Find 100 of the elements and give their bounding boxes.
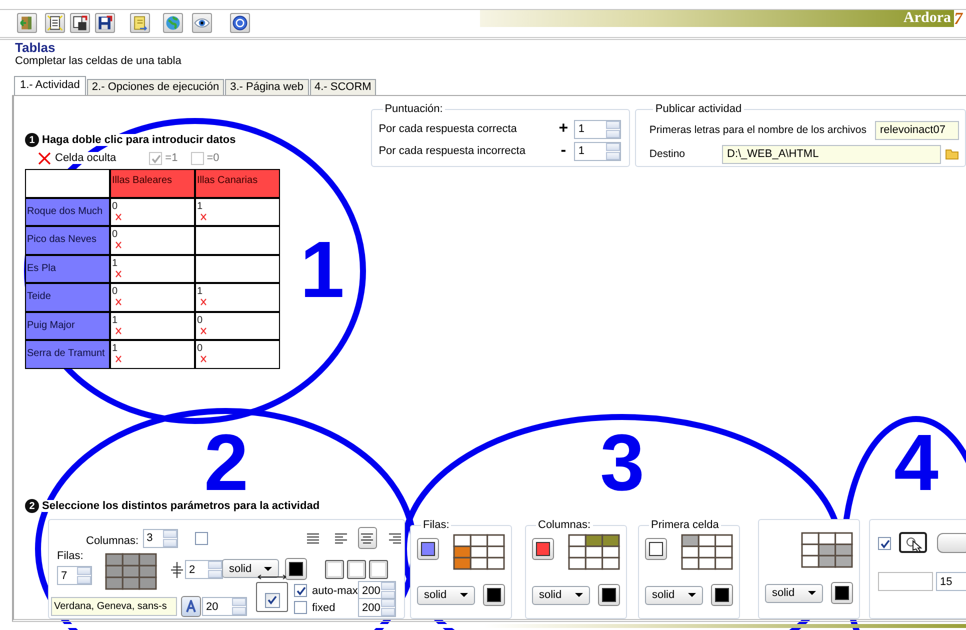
style-dropdown[interactable]: solid <box>765 584 823 602</box>
table-cell[interactable]: 1 <box>111 256 194 282</box>
input-field[interactable]: D:\_WEB_A\HTML <box>722 144 941 164</box>
checkbox[interactable] <box>194 532 208 544</box>
style-dropdown[interactable]: solid <box>222 559 279 578</box>
checkbox[interactable] <box>878 536 891 550</box>
field-label: Primeras letras para el nombre de los archivos <box>649 124 866 136</box>
table-grid-icon <box>801 532 853 568</box>
align-button[interactable] <box>358 527 377 549</box>
row-header[interactable]: Serra de Tramunt <box>26 341 109 368</box>
new-document-icon[interactable] <box>46 14 64 32</box>
column-header[interactable]: Illas Baleares <box>111 170 194 196</box>
checkbox-label: =1 <box>165 152 178 164</box>
hidden-cell-icon <box>38 152 51 164</box>
table-cell[interactable]: 1 <box>111 312 194 339</box>
export-page-icon[interactable] <box>131 14 149 32</box>
table-cell[interactable]: 0 <box>196 341 279 368</box>
number-spinner[interactable]: 1 <box>574 120 622 138</box>
section-heading: Haga doble clic para introducir datos <box>42 134 236 146</box>
field-label: Por cada respuesta incorrecta <box>378 145 526 157</box>
border-style-button[interactable] <box>347 560 366 579</box>
document-save-icon[interactable] <box>71 14 89 32</box>
number-spinner[interactable]: 20 <box>202 597 247 616</box>
checkbox[interactable] <box>149 152 162 164</box>
checkbox-label: =0 <box>206 152 220 164</box>
tab[interactable]: 4.- SCORM <box>310 79 376 95</box>
table-cell[interactable]: 1 <box>196 284 279 310</box>
annotation-number: 4 <box>894 434 938 492</box>
cell-value: 1 <box>112 258 118 268</box>
table-cell[interactable]: 1 <box>196 198 279 225</box>
checkbox[interactable] <box>294 584 307 597</box>
row-header[interactable]: Roque dos Much <box>26 198 109 225</box>
group-title: Publicar actividad <box>653 103 744 115</box>
cell-value: 0 <box>197 343 203 354</box>
border-style-button[interactable] <box>369 560 388 579</box>
color-button[interactable] <box>532 538 554 560</box>
color-swatch <box>835 586 849 600</box>
page-subtitle: Completar las celdas de una tabla <box>15 55 182 68</box>
column-header[interactable]: Illas Canarias <box>196 170 279 196</box>
border-width-icon <box>171 562 183 578</box>
number-spinner[interactable]: 7 <box>57 566 92 585</box>
table-cell[interactable]: 1 <box>111 341 194 368</box>
color-swatch <box>487 588 501 602</box>
arrow-icon <box>257 574 287 580</box>
table-cell[interactable]: 0 <box>196 312 279 339</box>
checkbox[interactable] <box>190 152 204 164</box>
color-button[interactable] <box>417 538 439 560</box>
style-dropdown[interactable]: solid <box>532 586 590 604</box>
tab[interactable]: 3.- Página web <box>225 79 308 95</box>
color-button[interactable] <box>483 584 505 606</box>
align-center-icon <box>360 532 374 544</box>
border-style-button[interactable] <box>325 560 344 579</box>
annotation-number: 2 <box>204 434 248 492</box>
style-dropdown[interactable]: solid <box>417 586 475 604</box>
cell-value: 1 <box>197 200 203 212</box>
globe-icon[interactable] <box>164 14 182 32</box>
font-button[interactable] <box>181 596 201 617</box>
cell-value: 0 <box>112 286 118 297</box>
row-header[interactable]: Pico das Neves <box>26 227 109 254</box>
checkmark-icon <box>266 594 278 607</box>
input-field[interactable] <box>878 572 933 591</box>
font-field[interactable]: Verdana, Geneva, sans-s <box>51 597 177 616</box>
input-field[interactable]: relevoinact07 <box>875 120 959 140</box>
row-header[interactable]: Teide <box>26 284 109 310</box>
group-title: Puntuación: <box>382 103 445 115</box>
tab[interactable]: 1.- Actividad <box>14 76 86 95</box>
number-spinner[interactable]: 3 <box>142 528 178 548</box>
number-spinner[interactable]: 1 <box>574 142 622 160</box>
color-button[interactable] <box>831 582 853 604</box>
table-grid-icon <box>681 534 733 570</box>
number-spinner[interactable]: 15 <box>936 572 966 591</box>
tab[interactable]: 2.- Opciones de ejecución <box>86 79 224 95</box>
table-cell[interactable] <box>196 227 279 254</box>
rounded-button-preview[interactable] <box>937 533 966 553</box>
row-header[interactable]: Es Pla <box>26 256 109 282</box>
color-button[interactable] <box>711 584 733 606</box>
group-title: Filas: <box>421 519 452 531</box>
number-spinner[interactable]: 200 <box>358 598 396 617</box>
checkbox[interactable] <box>294 601 307 614</box>
row-header[interactable]: Puig Major <box>26 312 109 339</box>
hand-cursor-button-icon[interactable] <box>899 532 927 554</box>
group-title: Primera celda <box>649 519 721 531</box>
number-spinner[interactable]: 2 <box>185 560 223 579</box>
color-button[interactable] <box>285 558 307 580</box>
table-cell[interactable]: 0 <box>111 284 194 310</box>
floppy-disk-icon[interactable] <box>96 14 114 32</box>
table-cell[interactable]: 0 <box>111 198 194 225</box>
color-button[interactable] <box>645 538 667 560</box>
style-dropdown[interactable]: solid <box>645 586 703 604</box>
field-label: Por cada respuesta correcta <box>378 123 517 135</box>
folder-icon[interactable] <box>945 148 959 160</box>
page-title: Tablas <box>15 41 56 55</box>
table-cell[interactable] <box>196 256 279 282</box>
group-title: Columnas: <box>536 519 593 531</box>
color-button[interactable] <box>598 584 620 606</box>
cell-value: 0 <box>112 200 118 212</box>
step-badge: 2 <box>25 499 39 513</box>
table-cell[interactable]: 0 <box>111 227 194 254</box>
cell-value: 0 <box>112 229 118 240</box>
section-heading: Seleccione los distintos parámetros para la actividad <box>42 500 320 512</box>
